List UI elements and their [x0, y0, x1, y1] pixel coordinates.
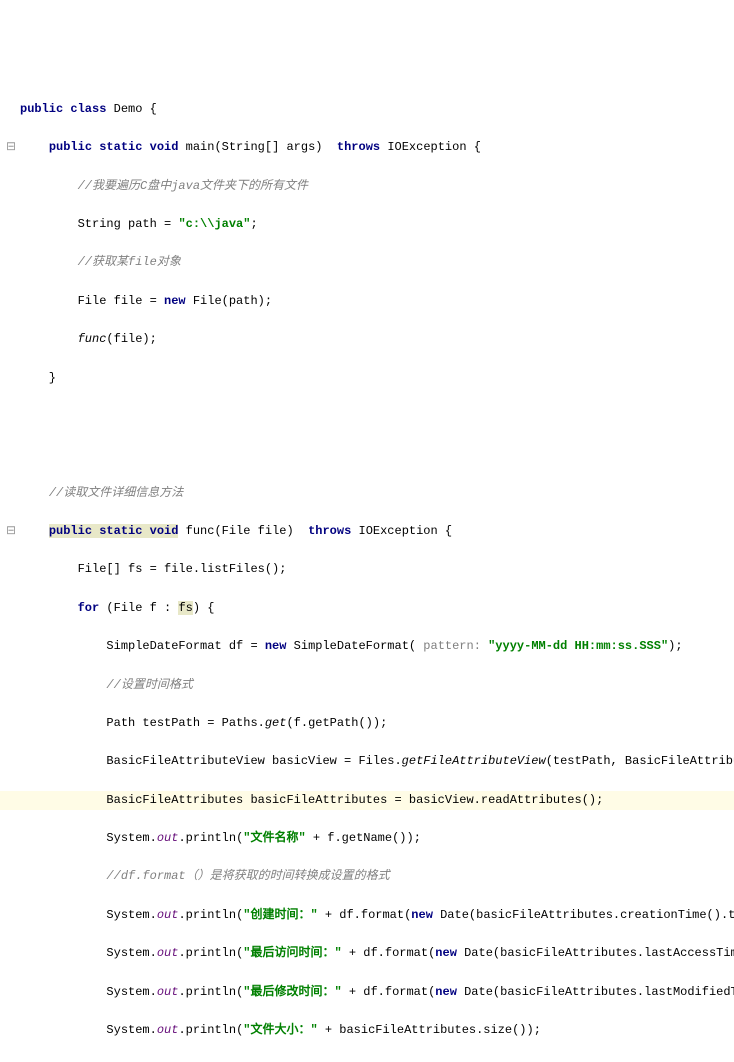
code-line [0, 407, 734, 426]
code-line: System.out.println("创建时间：" + df.format(n… [0, 906, 734, 925]
code-line: SimpleDateFormat df = new SimpleDateForm… [0, 637, 734, 656]
fold-icon[interactable]: ⊟ [2, 138, 20, 157]
code-line: System.out.println("最后修改时间：" + df.format… [0, 983, 734, 1002]
code-line: ⊟ public static void main(String[] args)… [0, 138, 734, 157]
fold-icon[interactable]: ⊟ [2, 522, 20, 541]
code-line: } [0, 369, 734, 388]
code-line: for (File f : fs) { [0, 599, 734, 618]
code-line: System.out.println("最后访问时间：" + df.format… [0, 944, 734, 963]
code-line: Path testPath = Paths.get(f.getPath()); [0, 714, 734, 733]
code-line: ⊟ public static void func(File file) thr… [0, 522, 734, 541]
code-line: func(file); [0, 330, 734, 349]
code-line: //设置时间格式 [0, 676, 734, 695]
code-line [0, 445, 734, 464]
code-line: File[] fs = file.listFiles(); [0, 560, 734, 579]
code-line: System.out.println("文件大小：" + basicFileAt… [0, 1021, 734, 1040]
code-line: FileOwnerAttributeView ownerView = Files… [0, 1059, 734, 1062]
code-line: //df.format（）是将获取的时间转换成设置的格式 [0, 867, 734, 886]
code-line: //读取文件详细信息方法 [0, 484, 734, 503]
code-line: public class Demo { [0, 100, 734, 119]
code-editor[interactable]: public class Demo { ⊟ public static void… [0, 81, 734, 1062]
code-line: String path = "c:\\java"; [0, 215, 734, 234]
code-line: //获取某file对象 [0, 253, 734, 272]
code-line: System.out.println("文件名称" + f.getName())… [0, 829, 734, 848]
code-line: //我要遍历C盘中java文件夹下的所有文件 [0, 177, 734, 196]
code-line: File file = new File(path); [0, 292, 734, 311]
code-line-highlighted: BasicFileAttributes basicFileAttributes … [0, 791, 734, 810]
code-line: BasicFileAttributeView basicView = Files… [0, 752, 734, 771]
